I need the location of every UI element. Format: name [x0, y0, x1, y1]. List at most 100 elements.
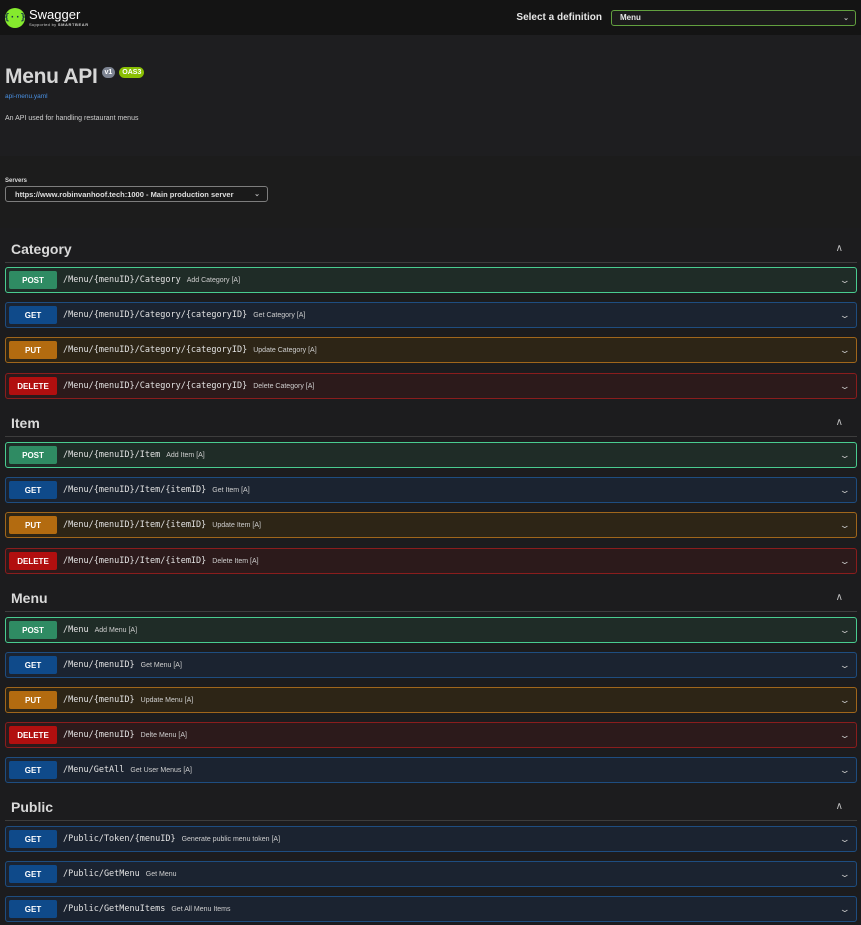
brand[interactable]: {··} Swagger Supported by SMARTBEAR	[4, 7, 89, 28]
chevron-up-icon: ∧	[835, 801, 843, 812]
operation-path: /Menu/{menuID}/Item/{itemID}	[63, 485, 207, 495]
operation-path: /Menu/{menuID}	[63, 695, 135, 705]
chevron-down-icon[interactable]: ⌄	[839, 834, 851, 845]
operation-delete[interactable]: DELETE/Menu/{menuID}/Item/{itemID} Delete…	[5, 548, 857, 574]
operation-get[interactable]: GET/Menu/{menuID} Get Menu [A] ⌄	[5, 652, 857, 678]
method-badge: GET	[9, 900, 57, 918]
spec-link[interactable]: api-menu.yaml	[5, 93, 856, 100]
operation-summary: Delete Item [A]	[212, 557, 259, 565]
chevron-down-icon[interactable]: ⌄	[839, 345, 851, 356]
operation-post[interactable]: POST/Menu/{menuID}/Category Add Category …	[5, 267, 857, 293]
operation-summary: Generate public menu token [A]	[181, 835, 281, 843]
method-badge: GET	[9, 865, 57, 883]
operation-summary: Update Category [A]	[253, 346, 317, 354]
brand-name: Swagger	[29, 7, 81, 22]
operation-get[interactable]: GET/Public/GetMenuItems Get All Menu Item…	[5, 896, 857, 922]
chevron-down-icon[interactable]: ⌄	[839, 765, 851, 776]
operation-summary: Add Item [A]	[166, 451, 205, 459]
tag-header-item[interactable]: Item ∧	[5, 409, 857, 437]
api-info: Menu API v1 OAS3 api-menu.yaml An API us…	[0, 35, 861, 156]
operation-post[interactable]: POST/Menu/{menuID}/Item Add Item [A] ⌄	[5, 442, 857, 468]
operation-summary: Get Menu	[145, 870, 177, 878]
method-badge: DELETE	[9, 377, 57, 395]
version-badge: v1	[101, 67, 116, 78]
method-badge: POST	[9, 271, 57, 289]
chevron-down-icon[interactable]: ⌄	[839, 275, 851, 286]
operation-summary: Delete Category [A]	[253, 382, 315, 390]
operation-put[interactable]: PUT/Menu/{menuID}/Category/{categoryID} U…	[5, 337, 857, 363]
definition-picker: Select a definition Menu ⌄	[516, 9, 856, 26]
tag-name: Public	[11, 798, 54, 815]
operation-summary: Get User Menus [A]	[130, 766, 192, 774]
chevron-down-icon[interactable]: ⌄	[839, 625, 851, 636]
page-title: Menu API	[5, 65, 98, 88]
operation-path: /Public/GetMenuItems	[63, 904, 166, 914]
chevron-up-icon: ∧	[835, 417, 843, 428]
operation-summary: Get All Menu Items	[171, 905, 231, 913]
chevron-down-icon[interactable]: ⌄	[839, 869, 851, 880]
chevron-down-icon[interactable]: ⌄	[839, 485, 851, 496]
operation-path: /Menu/{menuID}	[63, 730, 135, 740]
method-badge: POST	[9, 446, 57, 464]
method-badge: POST	[9, 621, 57, 639]
tag-name: Menu	[11, 589, 48, 606]
operation-path: /Menu/{menuID}/Item/{itemID}	[63, 520, 207, 530]
operation-post[interactable]: POST/Menu Add Menu [A] ⌄	[5, 617, 857, 643]
operation-put[interactable]: PUT/Menu/{menuID}/Item/{itemID} Update It…	[5, 512, 857, 538]
chevron-down-icon[interactable]: ⌄	[839, 904, 851, 915]
server-select[interactable]: https://www.robinvanhoof.tech:1000 - Mai…	[5, 186, 268, 202]
operation-summary: Get Item [A]	[212, 486, 250, 494]
topbar: {··} Swagger Supported by SMARTBEAR Sele…	[0, 0, 861, 35]
swagger-logo-icon: {··}	[4, 7, 26, 28]
operation-path: /Public/GetMenu	[63, 869, 140, 879]
chevron-up-icon: ∧	[835, 243, 843, 254]
method-badge: DELETE	[9, 552, 57, 570]
operation-path: /Menu/{menuID}/Category/{categoryID}	[63, 310, 248, 320]
operation-summary: Add Menu [A]	[94, 626, 138, 634]
tag-name: Item	[11, 414, 40, 431]
operation-get[interactable]: GET/Menu/GetAll Get User Menus [A] ⌄	[5, 757, 857, 783]
operation-get[interactable]: GET/Menu/{menuID}/Item/{itemID} Get Item …	[5, 477, 857, 503]
operation-summary: Get Category [A]	[253, 311, 306, 319]
chevron-down-icon[interactable]: ⌄	[839, 450, 851, 461]
method-badge: GET	[9, 656, 57, 674]
method-badge: GET	[9, 306, 57, 324]
operation-path: /Menu/{menuID}/Category	[63, 275, 181, 285]
operation-path: /Menu/{menuID}	[63, 660, 135, 670]
operation-summary: Get Menu [A]	[140, 661, 182, 669]
chevron-down-icon[interactable]: ⌄	[839, 381, 851, 392]
operation-path: /Menu/GetAll	[63, 765, 125, 775]
operation-get[interactable]: GET/Public/GetMenu Get Menu ⌄	[5, 861, 857, 887]
tag-header-category[interactable]: Category ∧	[5, 235, 857, 263]
operation-summary: Delte Menu [A]	[140, 731, 187, 739]
tag-header-menu[interactable]: Menu ∧	[5, 584, 857, 612]
operation-summary: Update Item [A]	[212, 521, 261, 529]
operation-path: /Menu/{menuID}/Category/{categoryID}	[63, 381, 248, 391]
method-badge: DELETE	[9, 726, 57, 744]
operation-summary: Update Menu [A]	[140, 696, 194, 704]
operation-delete[interactable]: DELETE/Menu/{menuID}/Category/{categoryI…	[5, 373, 857, 399]
api-description: An API used for handling restaurant menu…	[5, 115, 139, 122]
chevron-down-icon[interactable]: ⌄	[839, 695, 851, 706]
chevron-down-icon[interactable]: ⌄	[839, 556, 851, 567]
operation-delete[interactable]: DELETE/Menu/{menuID} Delte Menu [A] ⌄	[5, 722, 857, 748]
operation-get[interactable]: GET/Public/Token/{menuID} Generate public…	[5, 826, 857, 852]
definition-select[interactable]: Menu ⌄	[611, 9, 856, 26]
method-badge: GET	[9, 481, 57, 499]
chevron-down-icon[interactable]: ⌄	[839, 730, 851, 741]
brand-subtitle: Supported by SMARTBEAR	[29, 22, 89, 27]
chevron-down-icon[interactable]: ⌄	[839, 520, 851, 531]
chevron-down-icon[interactable]: ⌄	[839, 310, 851, 321]
definition-value: Menu	[620, 13, 641, 22]
operation-path: /Menu/{menuID}/Category/{categoryID}	[63, 345, 248, 355]
chevron-down-icon: ⌄	[843, 14, 849, 22]
tag-header-public[interactable]: Public ∧	[5, 793, 857, 821]
operation-put[interactable]: PUT/Menu/{menuID} Update Menu [A] ⌄	[5, 687, 857, 713]
chevron-down-icon[interactable]: ⌄	[839, 660, 851, 671]
servers-label: Servers	[5, 178, 28, 184]
method-badge: GET	[9, 761, 57, 779]
operation-get[interactable]: GET/Menu/{menuID}/Category/{categoryID} G…	[5, 302, 857, 328]
method-badge: PUT	[9, 516, 57, 534]
operation-path: /Menu/{menuID}/Item/{itemID}	[63, 556, 207, 566]
servers-section: Servers https://www.robinvanhoof.tech:10…	[0, 156, 861, 228]
